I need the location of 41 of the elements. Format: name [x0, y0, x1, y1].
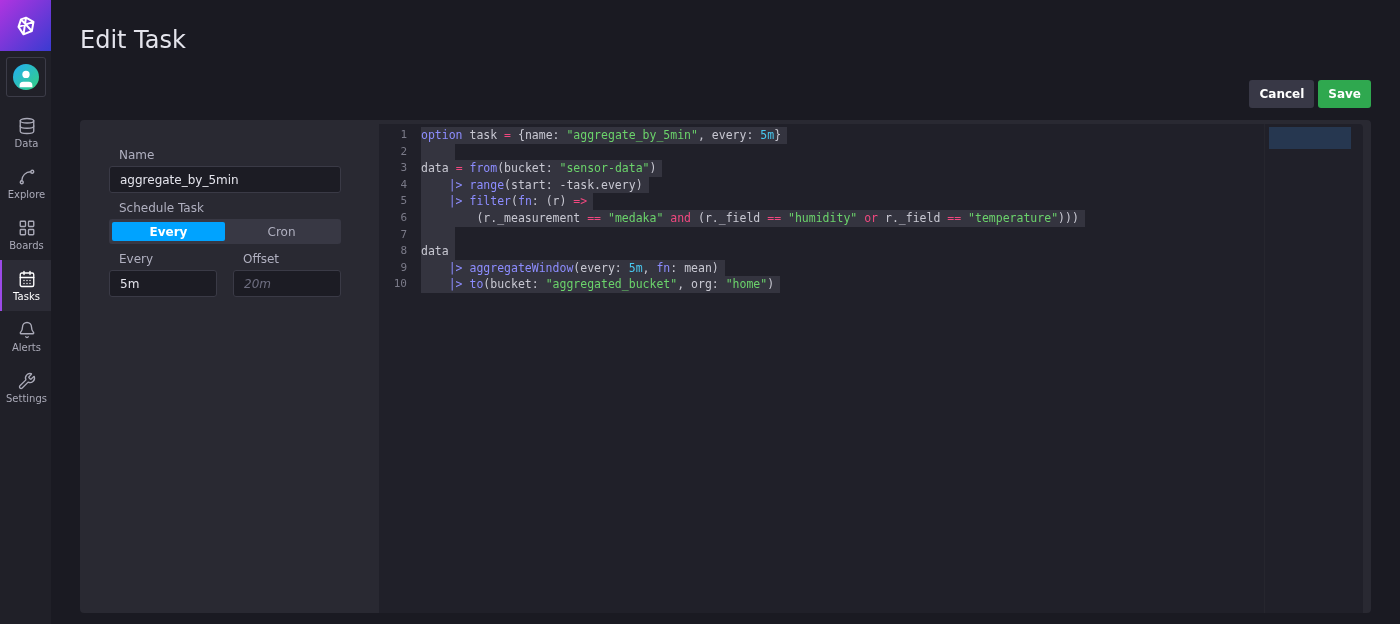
nav-item[interactable]: Data	[0, 107, 51, 158]
nav-item[interactable]: Alerts	[0, 311, 51, 362]
calendar-icon	[17, 269, 36, 288]
every-input[interactable]: 5m	[109, 270, 217, 297]
grid-icon	[17, 218, 36, 237]
line-number: 4	[399, 176, 408, 193]
cancel-button[interactable]: Cancel	[1249, 80, 1315, 108]
field-label: Offset	[242, 251, 281, 268]
nav-item[interactable]: Settings	[0, 362, 51, 413]
avatar-icon	[12, 64, 39, 90]
line-graph-icon	[17, 167, 36, 186]
nav-label: Explore	[7, 188, 46, 200]
line-number: 2	[399, 143, 408, 160]
offset-input[interactable]: 20m	[233, 270, 341, 297]
schedule-option[interactable]: Cron	[225, 222, 338, 241]
nav-label: Settings	[6, 392, 47, 404]
wrench-icon	[17, 371, 36, 390]
user-button[interactable]	[5, 57, 46, 97]
page-title: Edit Task	[80, 26, 187, 56]
bell-icon	[17, 320, 36, 339]
nav-item[interactable]: Tasks	[0, 260, 51, 311]
line-number: 1	[399, 127, 408, 143]
name-input[interactable]: aggregate_by_5min	[109, 166, 341, 193]
nav-label: Data	[14, 137, 39, 149]
line-number: 3	[399, 160, 408, 177]
logo-icon[interactable]	[0, 0, 51, 51]
field-label: Name	[118, 147, 156, 164]
database-icon	[17, 116, 36, 135]
nav-item[interactable]: Boards	[0, 209, 51, 260]
nav-label: Alerts	[12, 341, 41, 353]
line-number: 9	[399, 259, 408, 276]
nav-label: Boards	[9, 239, 44, 251]
line-number: 5	[399, 193, 408, 210]
nav-item[interactable]: Explore	[0, 158, 51, 209]
field-label: Schedule Task	[118, 200, 205, 217]
line-number: 7	[399, 226, 408, 243]
line-number: 6	[399, 209, 408, 226]
line-number: 10	[392, 276, 408, 293]
field-label: Every	[118, 251, 155, 268]
line-number: 8	[399, 243, 408, 260]
nav-label: Tasks	[13, 290, 40, 302]
